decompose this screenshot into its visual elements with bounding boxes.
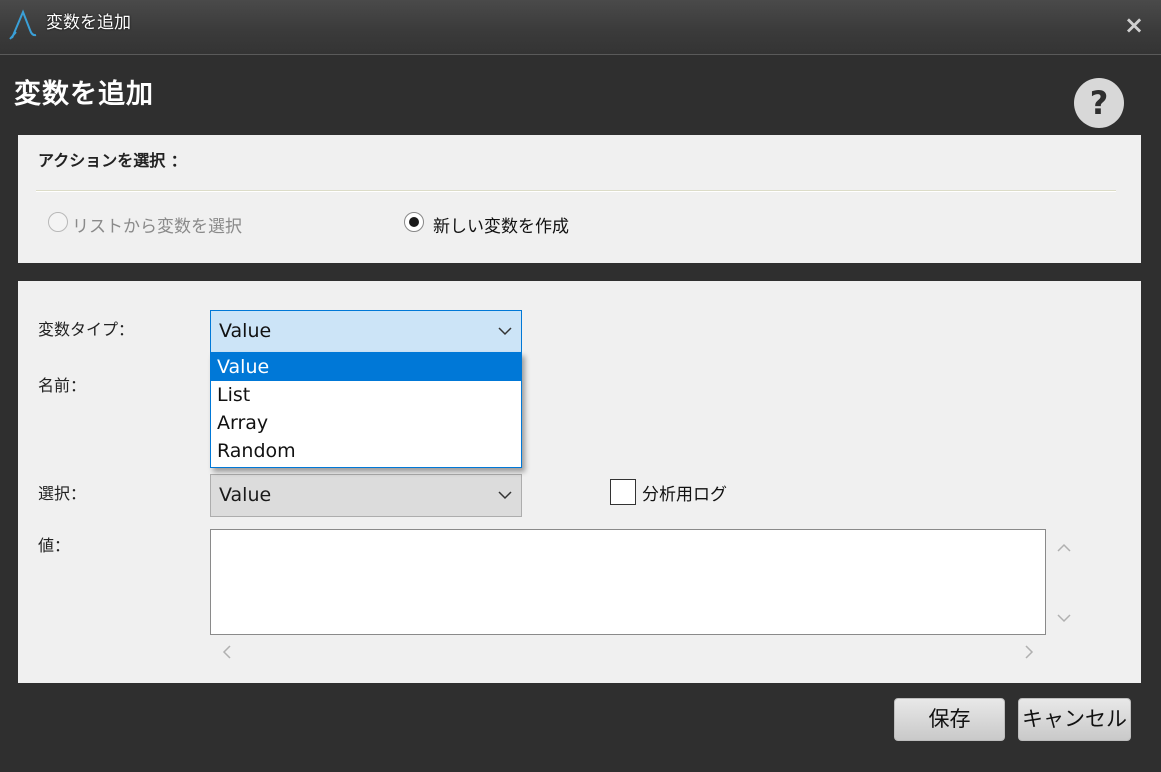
action-section-title: アクションを選択 ： (38, 151, 187, 170)
dropdown-option-random[interactable]: Random (211, 437, 521, 465)
cancel-button[interactable]: キャンセル (1018, 698, 1131, 741)
variable-type-dropdown: Value List Array Random (210, 352, 522, 468)
select-selected-value: Value (219, 484, 272, 506)
dropdown-option-array[interactable]: Array (211, 409, 521, 437)
radio-create-new-variable-label: 新しい変数を作成 (433, 217, 569, 237)
analytics-log-checkbox[interactable] (610, 479, 636, 505)
dropdown-option-list[interactable]: List (211, 381, 521, 409)
variable-type-label: 変数タイプ： (38, 320, 135, 339)
chevron-down-icon (498, 491, 512, 500)
scroll-right-icon[interactable] (1021, 644, 1037, 660)
divider (36, 190, 1116, 192)
dropdown-option-value[interactable]: Value (211, 353, 521, 381)
scroll-left-icon[interactable] (219, 644, 235, 660)
close-button[interactable]: × (1121, 12, 1147, 38)
radio-select-from-list[interactable] (48, 212, 68, 232)
help-button[interactable]: ? (1074, 78, 1124, 128)
radio-create-new-variable[interactable] (404, 212, 424, 232)
scroll-up-icon[interactable] (1056, 540, 1072, 556)
select-dropdown[interactable]: Value (210, 474, 522, 517)
action-panel: アクションを選択 ： リストから変数を選択 新しい変数を作成 (18, 135, 1141, 263)
save-button[interactable]: 保存 (894, 698, 1005, 741)
app-logo-icon (9, 9, 37, 40)
variable-type-selected-value: Value (219, 320, 272, 342)
analytics-log-label: 分析用ログ (642, 485, 727, 505)
chevron-down-icon (498, 327, 512, 336)
radio-select-from-list-label: リストから変数を選択 (72, 217, 242, 237)
dialog-heading: 変数を追加 (14, 79, 154, 110)
select-label: 選択： (38, 484, 87, 503)
variable-type-select[interactable]: Value (210, 310, 522, 353)
window-title: 変数を追加 (46, 13, 131, 33)
title-bar: 変数を追加 × (0, 0, 1161, 55)
value-label: 値： (38, 536, 71, 555)
help-icon: ? (1089, 84, 1109, 122)
name-label: 名前： (38, 376, 87, 395)
value-textarea[interactable] (210, 529, 1046, 635)
scroll-down-icon[interactable] (1056, 610, 1072, 626)
close-icon: × (1123, 11, 1145, 39)
